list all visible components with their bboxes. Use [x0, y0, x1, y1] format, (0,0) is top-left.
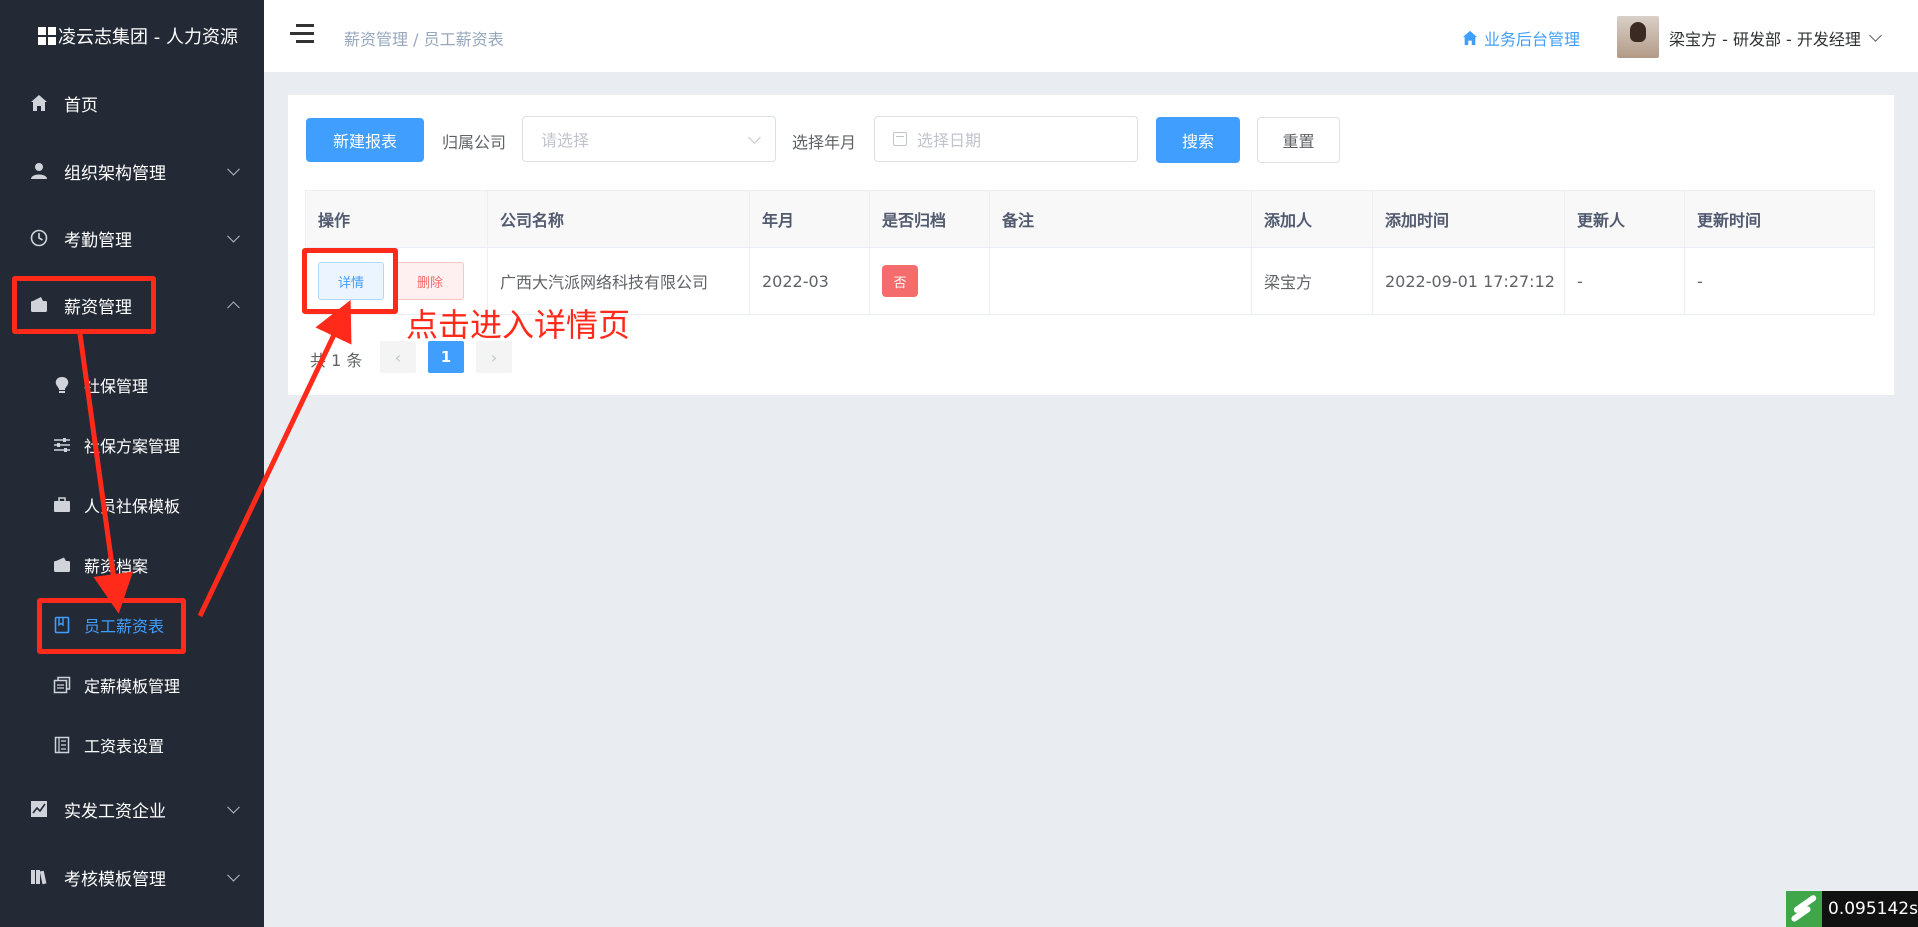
- remark-cell: [990, 248, 1252, 314]
- created-at-cell: 2022-09-01 17:27:12: [1373, 248, 1565, 314]
- annotation-text: 点击进入详情页: [406, 306, 631, 344]
- chevron-left-icon: ‹: [394, 347, 402, 367]
- sidebar-item-salary-archive[interactable]: 薪资档案: [0, 536, 264, 594]
- col-header: 年月: [750, 191, 870, 247]
- perf-widget[interactable]: 0.095142s: [1786, 891, 1918, 927]
- col-header: 是否归档: [870, 191, 990, 247]
- annotation-box-detail: [302, 248, 398, 314]
- sidebar-item-salary-template[interactable]: 定薪模板管理: [0, 656, 264, 714]
- month-cell: 2022-03: [750, 248, 870, 314]
- new-report-button[interactable]: 新建报表: [306, 118, 424, 162]
- updater-cell: -: [1565, 248, 1685, 314]
- col-header: 备注: [990, 191, 1252, 247]
- search-button[interactable]: 搜索: [1156, 117, 1240, 163]
- chevron-down-icon: [227, 868, 240, 882]
- sidebar: 凌云志集团 - 人力资源 首页 组织架构管理 考勤管理 薪资管理 社保管理 社保…: [0, 0, 264, 927]
- company-select[interactable]: 请选择: [522, 116, 776, 162]
- chevron-down-icon: [227, 162, 240, 176]
- annotation-box-employee-salary: [37, 598, 186, 654]
- top-bar: 薪资管理 / 员工薪资表 业务后台管理 梁宝方 - 研发部 - 开发经理: [264, 0, 1918, 72]
- salary-table: 操作 公司名称 年月 是否归档 备注 添加人 添加时间 更新人 更新时间 详情 …: [305, 190, 1875, 315]
- chevron-up-icon: [227, 301, 240, 315]
- table-header: 操作 公司名称 年月 是否归档 备注 添加人 添加时间 更新人 更新时间: [306, 191, 1874, 247]
- sidebar-item-social-security[interactable]: 社保管理: [0, 356, 264, 414]
- sidebar-item-ss-plan[interactable]: 社保方案管理: [0, 416, 264, 474]
- chart-icon: [28, 798, 50, 820]
- menu-toggle-icon[interactable]: [290, 24, 314, 46]
- company-label: 归属公司: [442, 133, 507, 152]
- creator-cell: 梁宝方: [1252, 248, 1373, 314]
- home-icon: [28, 92, 50, 114]
- archived-cell: 否: [870, 248, 990, 314]
- perf-value: 0.095142s: [1828, 899, 1918, 919]
- breadcrumb: 薪资管理 / 员工薪资表: [344, 30, 504, 49]
- sidebar-item-assessment[interactable]: 考核模板管理: [0, 844, 264, 910]
- status-badge: 否: [882, 265, 918, 297]
- app-logo[interactable]: 凌云志集团 - 人力资源: [0, 0, 264, 72]
- calendar-icon: [893, 132, 907, 146]
- bulb-icon: [52, 375, 72, 395]
- updated-at-cell: -: [1697, 271, 1703, 291]
- book-icon: [28, 866, 50, 888]
- sidebar-item-ss-template[interactable]: 人员社保模板: [0, 476, 264, 534]
- col-header: 添加人: [1252, 191, 1373, 247]
- col-header: 添加时间: [1373, 191, 1565, 247]
- col-header: 更新人: [1565, 191, 1685, 247]
- home-icon: [1462, 30, 1478, 46]
- chevron-right-icon: ›: [490, 347, 498, 367]
- backend-link[interactable]: 业务后台管理: [1462, 26, 1580, 50]
- perf-logo-icon: [1786, 891, 1822, 927]
- grid-logo-icon: [38, 27, 56, 45]
- annotation-box-salary-menu: [12, 276, 156, 334]
- sliders-icon: [52, 435, 72, 455]
- delete-button[interactable]: 删除: [396, 262, 464, 300]
- avatar[interactable]: [1617, 16, 1659, 58]
- copy-icon: [52, 675, 72, 695]
- month-date-picker[interactable]: 选择日期: [874, 116, 1138, 162]
- user-icon: [28, 160, 50, 182]
- chevron-down-icon: [227, 800, 240, 814]
- chevron-down-icon: [748, 131, 761, 144]
- user-dropdown[interactable]: 梁宝方 - 研发部 - 开发经理: [1669, 26, 1882, 50]
- sidebar-item-paid-enterprise[interactable]: 实发工资企业: [0, 776, 264, 842]
- chevron-down-icon: [1869, 28, 1882, 42]
- briefcase-icon: [52, 495, 72, 515]
- reset-button[interactable]: 重置: [1257, 117, 1340, 163]
- sidebar-item-org[interactable]: 组织架构管理: [0, 138, 264, 204]
- col-header: 操作: [306, 191, 488, 247]
- col-header: 更新时间: [1697, 211, 1762, 230]
- chevron-down-icon: [227, 229, 240, 243]
- sidebar-item-attendance[interactable]: 考勤管理: [0, 205, 264, 271]
- pagination-total: 共 1 条: [310, 351, 363, 370]
- col-header: 公司名称: [488, 191, 750, 247]
- clock-icon: [28, 227, 50, 249]
- month-label: 选择年月: [792, 133, 857, 152]
- sidebar-item-payroll-settings[interactable]: 工资表设置: [0, 716, 264, 774]
- wallet-icon: [52, 555, 72, 575]
- sidebar-item-home[interactable]: 首页: [0, 70, 264, 136]
- list-icon: [52, 735, 72, 755]
- app-title: 凌云志集团 - 人力资源: [58, 27, 238, 48]
